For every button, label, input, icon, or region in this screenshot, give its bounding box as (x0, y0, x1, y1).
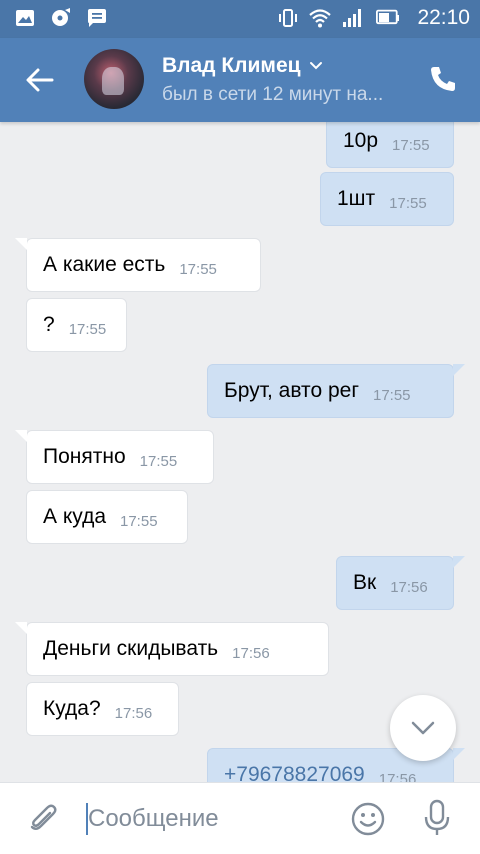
message-text: ? (43, 313, 55, 336)
message-bubble-incoming[interactable]: ? 17:55 (26, 298, 127, 352)
battery-icon (376, 9, 400, 25)
contact-name-row[interactable]: Влад Климец (162, 54, 323, 78)
avatar[interactable] (84, 49, 144, 109)
message-bubble-incoming[interactable]: Куда? 17:56 (26, 682, 179, 736)
bubble-tail (15, 430, 27, 442)
bubble-tail (15, 238, 27, 250)
message-text: 1шт (337, 187, 376, 210)
message-time: 17:55 (392, 136, 430, 154)
chat-header: Влад Климец был в сети 12 минут на... (0, 38, 480, 122)
message-text: А куда (43, 505, 106, 528)
message-time: 17:55 (139, 452, 178, 470)
message-bubble-outgoing[interactable]: 1шт 17:55 (320, 172, 454, 226)
microphone-icon[interactable] (422, 799, 452, 837)
back-arrow-icon[interactable] (22, 62, 58, 98)
message-text: Деньги скидывать (43, 637, 219, 660)
clock: 22:10 (417, 6, 470, 29)
message-bubble-outgoing[interactable]: Брут, авто рег 17:55 (207, 364, 465, 418)
message-time: 17:55 (120, 512, 158, 530)
media-notification-icon (52, 8, 70, 26)
signal-icon (343, 9, 362, 27)
vibrate-icon (279, 9, 298, 27)
contact-name[interactable]: Влад Климец (162, 54, 301, 78)
message-input[interactable] (88, 803, 328, 835)
message-text: Куда? (43, 697, 101, 720)
message-text: Вк (353, 571, 377, 594)
message-notification-icon (88, 9, 106, 27)
message-text: Понятно (43, 445, 126, 468)
gallery-notification-icon (16, 10, 34, 26)
scroll-to-bottom-button[interactable] (390, 695, 456, 761)
message-time: 17:56 (378, 770, 417, 783)
message-bubble-incoming[interactable]: Понятно 17:55 (15, 430, 214, 484)
status-bar: 22:10 (0, 0, 480, 38)
message-text: 10р (343, 129, 379, 152)
contact-status: был в сети 12 минут на... (162, 84, 384, 105)
chevron-down-icon[interactable] (309, 59, 323, 73)
message-time: 17:55 (179, 260, 217, 278)
message-list[interactable]: 10р 17:55 1шт 17:55 А какие есть 17:55 ?… (0, 122, 480, 782)
message-time: 17:55 (389, 194, 427, 212)
message-time: 17:56 (114, 704, 153, 722)
message-composer (0, 782, 480, 854)
phone-icon[interactable] (428, 64, 458, 94)
message-bubble-outgoing[interactable]: 10р 17:55 (326, 122, 454, 168)
bubble-tail (453, 364, 465, 376)
bubble-tail (453, 748, 465, 760)
message-bubble-incoming[interactable]: Деньги скидывать 17:56 (15, 622, 329, 676)
message-time: 17:55 (68, 320, 107, 338)
message-time: 17:55 (372, 386, 411, 404)
chevron-down-icon (411, 721, 435, 735)
paperclip-icon[interactable] (26, 801, 60, 835)
message-time: 17:56 (390, 578, 428, 596)
message-link-text[interactable]: +79678827069 (224, 763, 365, 782)
message-bubble-incoming[interactable]: А какие есть 17:55 (15, 238, 261, 292)
bubble-tail (453, 556, 465, 568)
message-text: А какие есть (43, 253, 166, 276)
emoji-icon[interactable] (350, 801, 386, 837)
message-text: Брут, авто рег (224, 379, 359, 402)
message-time: 17:56 (232, 644, 270, 662)
message-bubble-incoming[interactable]: А куда 17:55 (26, 490, 188, 544)
wifi-icon (309, 9, 332, 28)
message-bubble-outgoing[interactable]: Вк 17:56 (336, 556, 465, 610)
bubble-tail (15, 622, 27, 634)
